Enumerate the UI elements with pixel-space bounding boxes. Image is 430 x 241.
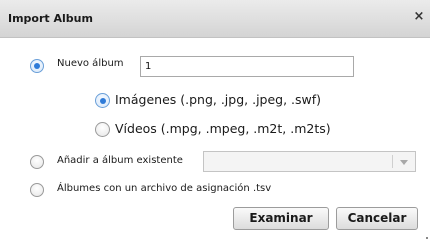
tsv-albums-label: Álbumes con un archivo de asignación .ts… <box>57 183 272 194</box>
new-album-radio[interactable] <box>30 59 44 73</box>
import-album-dialog: Import Album × Nuevo álbum 1 Imágenes (.… <box>0 0 430 241</box>
resize-grip[interactable] <box>426 237 428 239</box>
dialog-titlebar[interactable]: Import Album × <box>0 0 430 38</box>
videos-radio[interactable] <box>95 122 110 137</box>
images-radio[interactable] <box>95 93 110 108</box>
existing-album-radio[interactable] <box>30 155 44 169</box>
dialog-title: Import Album <box>8 12 93 25</box>
new-album-label: Nuevo álbum <box>57 58 124 69</box>
chevron-down-icon[interactable] <box>400 160 408 165</box>
cancel-button[interactable]: Cancelar <box>336 207 418 230</box>
browse-button[interactable]: Examinar <box>233 207 329 230</box>
new-album-name-input[interactable]: 1 <box>140 56 354 77</box>
videos-label: Vídeos (.mpg, .mpeg, .m2t, .m2ts) <box>115 121 331 136</box>
tsv-albums-radio[interactable] <box>30 183 44 197</box>
close-icon[interactable]: × <box>412 10 426 24</box>
existing-album-label: Añadir a álbum existente <box>57 155 183 166</box>
select-divider <box>392 155 393 168</box>
existing-album-select[interactable] <box>203 151 416 172</box>
images-label: Imágenes (.png, .jpg, .jpeg, .swf) <box>115 92 322 107</box>
